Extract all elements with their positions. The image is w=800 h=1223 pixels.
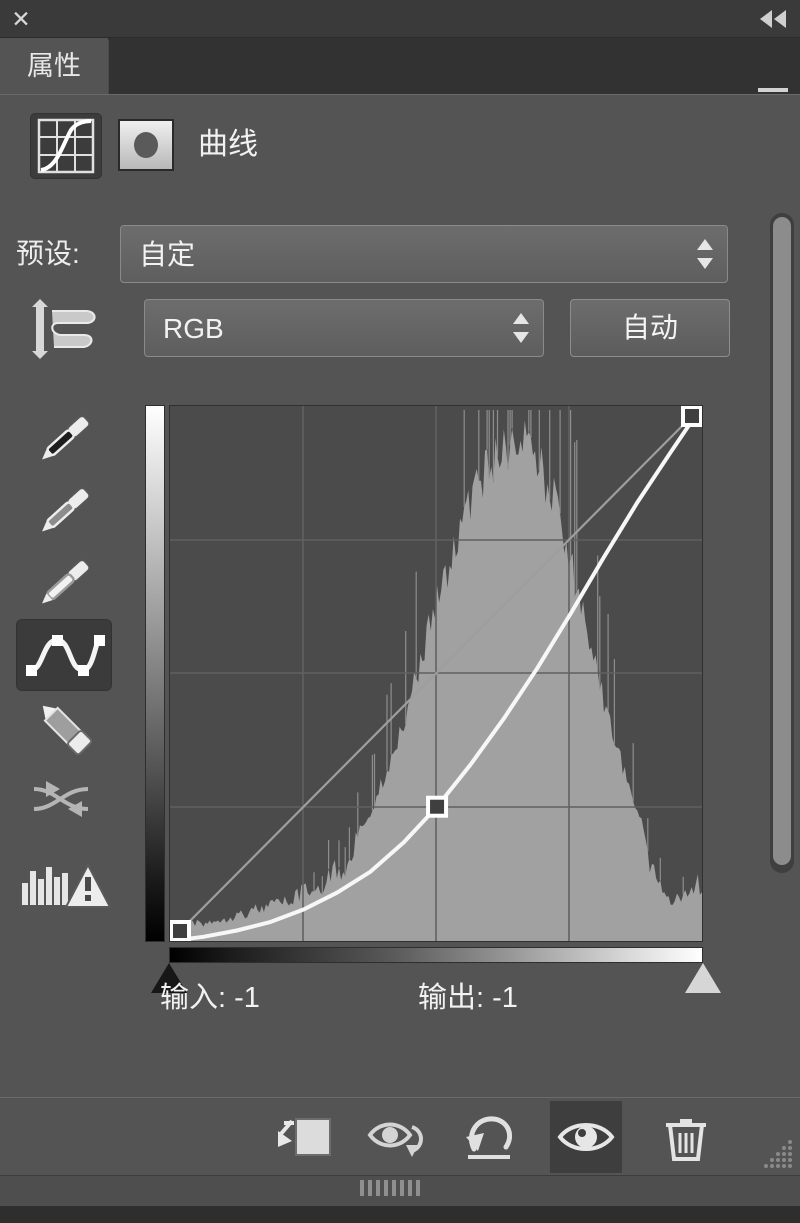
curve-control-point[interactable] xyxy=(426,795,449,818)
clip-to-layer-button[interactable] xyxy=(268,1101,340,1173)
panel-scrollbar[interactable] xyxy=(770,213,794,873)
window-bottom-edge xyxy=(0,1206,800,1223)
tab-bar: 属性 xyxy=(0,38,800,116)
preset-select[interactable]: 自定 xyxy=(120,225,728,283)
auto-button[interactable]: 自动 xyxy=(570,299,730,357)
input-readout: 输入: -1 xyxy=(160,982,260,1014)
preset-label: 预设: xyxy=(16,238,80,269)
curves-tool-column xyxy=(16,403,126,963)
mask-shape-icon xyxy=(134,132,158,158)
clipping-warning-icon[interactable] xyxy=(16,849,112,921)
adjustment-header: 曲线 xyxy=(0,109,800,185)
layer-mask-thumbnail[interactable] xyxy=(118,119,174,171)
tab-bar-empty-area xyxy=(108,40,800,94)
panel-grip-icon[interactable] xyxy=(360,1180,440,1196)
channel-select[interactable]: RGB xyxy=(144,299,544,357)
resize-grip-icon[interactable] xyxy=(756,1136,796,1176)
channel-value: RGB xyxy=(163,313,224,344)
collapse-panel-icon[interactable] xyxy=(756,8,790,30)
scrollbar-thumb[interactable] xyxy=(773,217,791,865)
gray-point-eyedropper-icon[interactable] xyxy=(16,475,112,547)
toggle-preview-button[interactable] xyxy=(362,1101,434,1173)
pencil-draw-curve-icon[interactable] xyxy=(16,691,112,763)
output-readout: 输出: -1 xyxy=(418,982,518,1014)
input-gradient-bar xyxy=(169,947,703,963)
tab-properties[interactable]: 属性 xyxy=(0,38,108,94)
curve-control-point[interactable] xyxy=(681,406,702,427)
page-title: 曲线 xyxy=(198,128,258,161)
spinner-arrows-icon xyxy=(513,313,529,343)
curves-adjustment-icon[interactable] xyxy=(30,113,102,179)
curve-control-point[interactable] xyxy=(170,920,191,941)
close-icon[interactable]: ✕ xyxy=(8,6,34,32)
target-adjustment-icon[interactable] xyxy=(18,297,110,361)
title-bar: ✕ xyxy=(0,0,800,38)
panel-body: 曲线 预设: 自定 RGB 自动 输入: -1 输出: -1 xyxy=(0,94,800,1097)
spinner-arrows-icon xyxy=(697,239,713,269)
curve-point-tool-icon[interactable] xyxy=(16,619,112,691)
reset-adjustment-button[interactable] xyxy=(456,1101,528,1173)
preset-value: 自定 xyxy=(139,239,196,270)
output-gradient-bar xyxy=(145,405,165,942)
curve-plot[interactable] xyxy=(169,405,703,942)
smooth-curve-icon[interactable] xyxy=(16,763,112,835)
preset-row: 预设: 自定 xyxy=(0,221,800,287)
curves-graph-area[interactable] xyxy=(145,405,721,993)
black-point-eyedropper-icon[interactable] xyxy=(16,403,112,475)
curve-readout: 输入: -1 输出: -1 xyxy=(0,973,800,1023)
toggle-visibility-button[interactable] xyxy=(550,1101,622,1173)
delete-adjustment-button[interactable] xyxy=(650,1101,722,1173)
white-point-eyedropper-icon[interactable] xyxy=(16,547,112,619)
channel-row: RGB 自动 xyxy=(0,293,800,365)
curves-properties-panel: ✕ 属性 曲线 预设: 自定 RGB 自动 输入: -1 输出: -1 xyxy=(0,0,800,1223)
panel-footer-toolbar xyxy=(0,1097,800,1175)
